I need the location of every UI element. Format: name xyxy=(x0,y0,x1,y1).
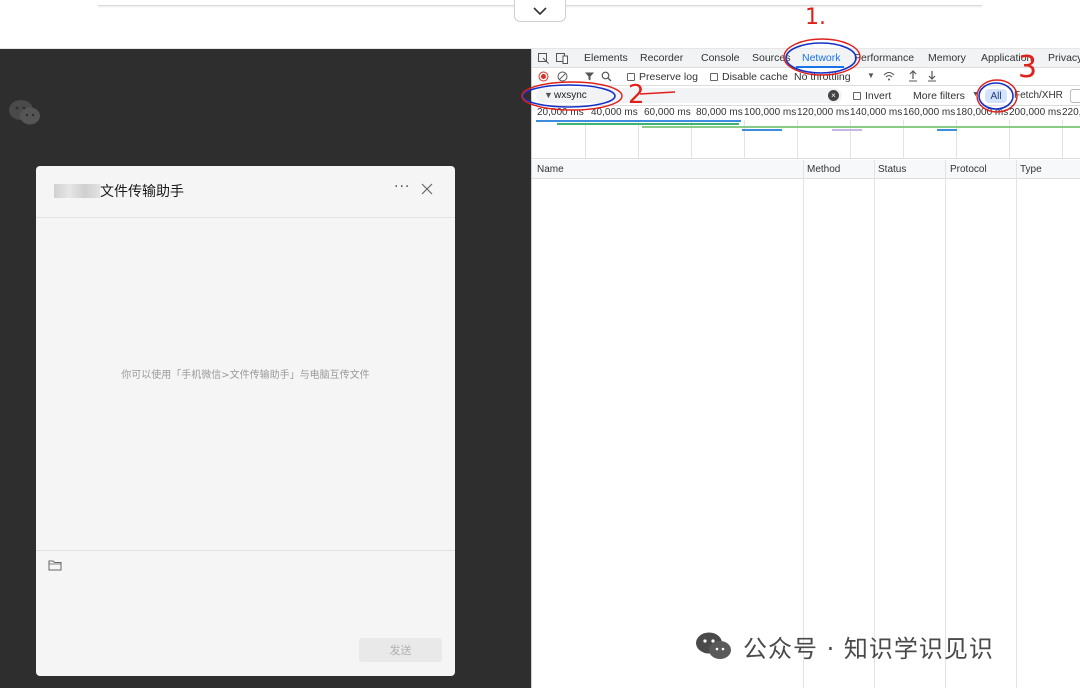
column-status[interactable]: Status xyxy=(878,164,906,175)
waterfall-bar xyxy=(937,129,957,131)
waterfall-bar xyxy=(557,123,739,125)
preserve-log-label: Preserve log xyxy=(639,71,698,83)
tab-elements[interactable]: Elements xyxy=(584,52,628,64)
tab-memory[interactable]: Memory xyxy=(928,52,966,64)
export-har-icon[interactable] xyxy=(927,70,937,82)
devtools-tab-bar: Elements Recorder Console Sources Networ… xyxy=(532,49,1080,68)
column-name[interactable]: Name xyxy=(537,164,564,175)
record-icon[interactable] xyxy=(538,71,549,82)
timeline-tick: 160,000 ms xyxy=(903,107,956,118)
filter-box: ▼ × xyxy=(536,88,842,103)
timeline-tick: 180,000 ms xyxy=(956,107,1009,118)
throttling-select[interactable]: No throttling xyxy=(794,71,851,83)
type-filter-fetch-xhr[interactable]: Fetch/XHR xyxy=(1014,90,1063,101)
column-protocol[interactable]: Protocol xyxy=(950,164,987,175)
timeline-tick: 220, xyxy=(1062,107,1080,118)
type-filter-all[interactable]: All xyxy=(985,89,1007,103)
column-method[interactable]: Method xyxy=(807,164,840,175)
import-har-icon[interactable] xyxy=(908,70,918,82)
file-transfer-chat-window: 文件传输助手 ··· 你可以使用「手机微信>文件传输助手」与电脑互传文件 发送 xyxy=(36,166,455,676)
type-filter-doc[interactable] xyxy=(1070,89,1080,103)
wechat-official-account-watermark: 公众号 · 知识学识见识 xyxy=(695,628,994,664)
tab-sources[interactable]: Sources xyxy=(752,52,791,64)
column-divider[interactable] xyxy=(1016,160,1017,688)
devtools-panel: Elements Recorder Console Sources Networ… xyxy=(531,49,1080,688)
collapse-toggle-button[interactable] xyxy=(514,0,566,22)
empty-chat-hint: 你可以使用「手机微信>文件传输助手」与电脑互传文件 xyxy=(121,370,370,381)
invert-checkbox[interactable] xyxy=(853,92,861,100)
tab-console[interactable]: Console xyxy=(701,52,740,64)
watermark-text: 公众号 · 知识学识见识 xyxy=(743,634,994,663)
clear-icon[interactable] xyxy=(557,71,568,82)
column-type[interactable]: Type xyxy=(1020,164,1042,175)
device-toolbar-icon[interactable] xyxy=(556,53,568,64)
browser-top-strip xyxy=(0,0,1080,49)
column-divider[interactable] xyxy=(803,160,804,688)
more-filters-arrow-icon: ▼ xyxy=(972,91,979,98)
close-icon[interactable] xyxy=(420,182,434,196)
column-divider[interactable] xyxy=(945,160,946,688)
blurred-name-area xyxy=(54,184,100,198)
search-icon[interactable] xyxy=(601,71,612,82)
timeline-tick: 60,000 ms xyxy=(644,107,691,118)
timeline-tick: 120,000 ms xyxy=(797,107,850,118)
column-divider[interactable] xyxy=(874,160,875,688)
tab-performance[interactable]: Performance xyxy=(854,52,914,64)
waterfall-bar xyxy=(742,129,782,131)
network-toolbar: Preserve log Disable cache No throttling… xyxy=(532,68,1080,86)
chat-header: 文件传输助手 ··· xyxy=(36,166,455,218)
network-overview-timeline[interactable]: 20,000 ms 40,000 ms 60,000 ms 80,000 ms … xyxy=(532,106,1080,159)
inspect-element-icon[interactable] xyxy=(538,53,549,64)
wechat-logo-icon xyxy=(9,100,40,125)
invert-label: Invert xyxy=(865,90,892,102)
chat-title: 文件传输助手 xyxy=(100,184,184,200)
timeline-tick: 140,000 ms xyxy=(850,107,903,118)
wechat-watermark-icon xyxy=(696,632,731,659)
network-filter-bar: ▼ × Invert More filters ▼ All Fetch/XHR xyxy=(532,86,1080,106)
more-options-button[interactable]: ··· xyxy=(394,179,410,195)
waterfall-bar xyxy=(832,129,862,131)
chevron-down-icon xyxy=(533,6,547,15)
tab-recorder[interactable]: Recorder xyxy=(640,52,683,64)
send-button[interactable]: 发送 xyxy=(359,638,442,662)
wechat-app-panel: 文件传输助手 ··· 你可以使用「手机微信>文件传输助手」与电脑互传文件 发送 xyxy=(0,49,531,688)
timeline-tick: 200,000 ms xyxy=(1009,107,1062,118)
waterfall-bar xyxy=(642,126,1080,128)
filter-input[interactable] xyxy=(554,89,824,102)
timeline-tick: 20,000 ms xyxy=(537,107,584,118)
timeline-tick: 100,000 ms xyxy=(744,107,797,118)
throttling-dropdown-arrow[interactable]: ▼ xyxy=(867,71,875,80)
clear-filter-icon[interactable]: × xyxy=(828,90,839,101)
request-table-header: Name Method Status Protocol Type xyxy=(532,160,1080,179)
timeline-tick: 80,000 ms xyxy=(696,107,743,118)
disable-cache-label: Disable cache xyxy=(722,71,788,83)
timeline-tick: 40,000 ms xyxy=(591,107,638,118)
timeline-gridline xyxy=(638,120,639,158)
tab-privacy[interactable]: Privacy xyxy=(1048,52,1080,64)
network-conditions-icon[interactable] xyxy=(883,71,895,82)
disable-cache-checkbox[interactable] xyxy=(710,73,718,81)
waterfall-bar xyxy=(536,120,741,122)
more-filters-dropdown[interactable]: More filters xyxy=(913,90,965,102)
input-divider xyxy=(36,550,455,551)
filter-icon[interactable] xyxy=(584,71,595,82)
timeline-gridline xyxy=(585,120,586,158)
tab-application[interactable]: Application xyxy=(981,52,1032,64)
folder-icon[interactable] xyxy=(48,559,62,571)
funnel-icon: ▼ xyxy=(544,90,553,100)
preserve-log-checkbox[interactable] xyxy=(627,73,635,81)
tab-network[interactable]: Network xyxy=(802,52,841,64)
